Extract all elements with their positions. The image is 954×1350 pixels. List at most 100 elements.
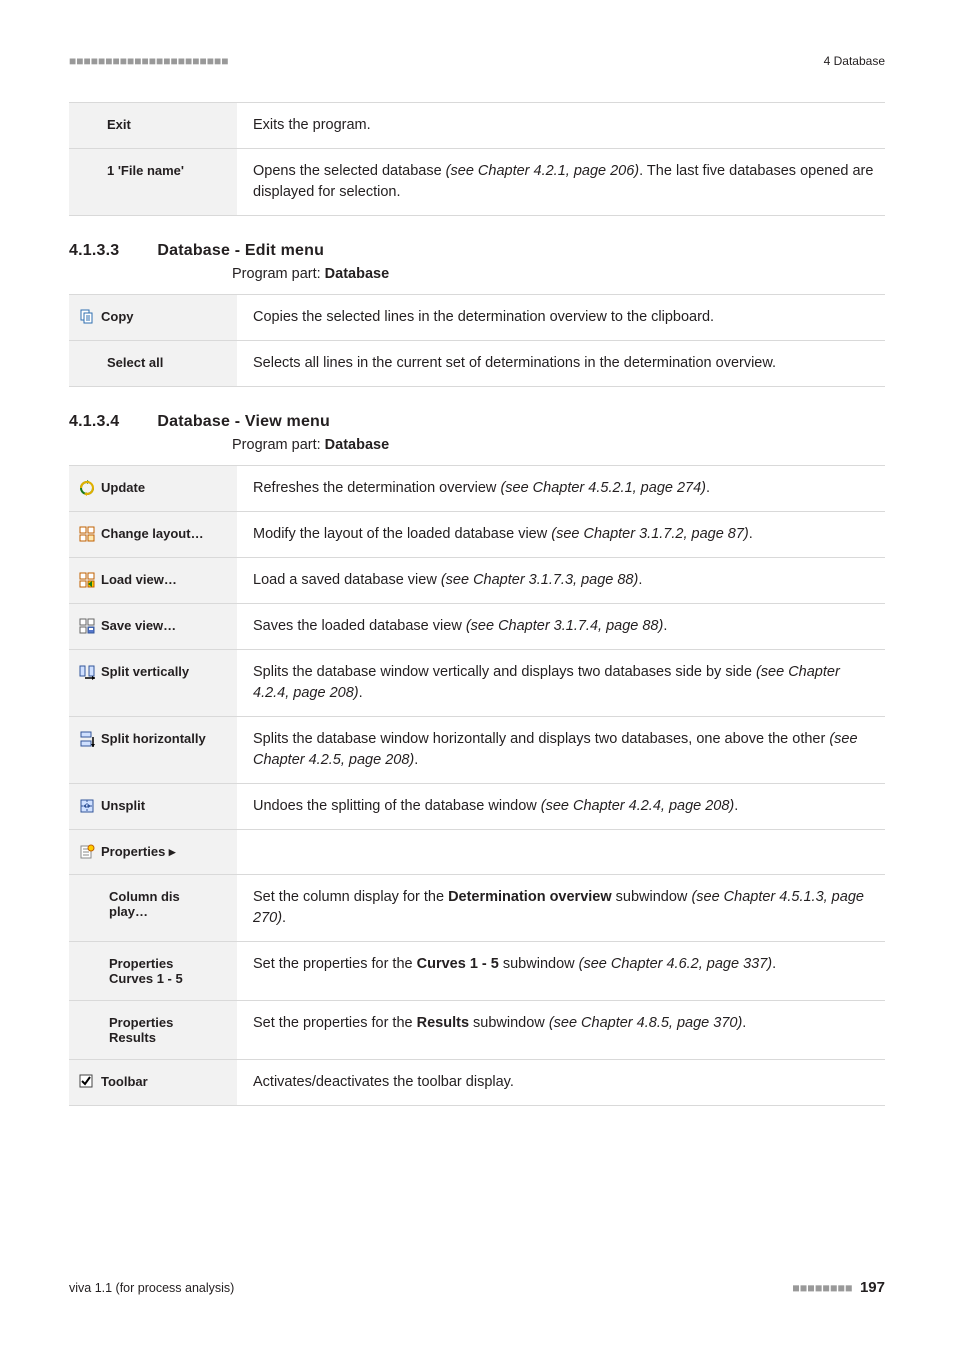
properties-icon [79,844,95,860]
submenu-label-column-display: Column dis­ play… [69,875,237,942]
menu-desc: Refreshes the determination overview (se… [237,466,885,512]
desc-text: . [282,910,286,926]
desc-text: . [749,526,753,542]
label-text: Save view… [101,618,176,633]
menu-desc: Set the properties for the Results subwi… [237,1001,885,1060]
desc-text: Splits the database window horizontally … [253,731,829,747]
label-text: Unsplit [101,798,145,813]
desc-text: . [638,572,642,588]
menu-desc [237,830,885,875]
footer-left: viva 1.1 (for process analysis) [69,1281,234,1295]
page-header: ■■■■■■■■■■■■■■■■■■■■■■ 4 Database [69,54,885,68]
menu-label-unsplit: Unsplit [69,784,237,830]
section-heading: 4.1.3.3 Database - Edit menu [69,242,885,260]
table-row: 1 'File name' Opens the selected databas… [69,149,885,216]
desc-text: . [414,752,418,768]
table-row: Properties ▸ [69,830,885,875]
label-text: Load view… [101,572,177,587]
menu-desc: Opens the selected database (see Chapter… [237,149,885,216]
menu-label-split-horizontally: Split horizontally [69,717,237,784]
desc-text: Splits the database window vertically an… [253,664,756,680]
progpart-name: Database [325,437,389,453]
table-row: Split vertically Splits the database win… [69,650,885,717]
label-text: Properties [109,956,173,971]
table-row: Split horizontally Splits the database w… [69,717,885,784]
desc-bold: Results [417,1015,469,1031]
desc-text: Saves the loaded database view [253,618,466,634]
desc-text: . [359,685,363,701]
menu-label-save-view: Save view… [69,604,237,650]
label-text: Column dis­ [109,889,180,904]
refresh-icon [79,480,95,496]
desc-ref: (see Chapter 3.1.7.4, page 88) [466,618,664,634]
desc-text: Set the properties for the [253,956,417,972]
edit-menu-table: Copy Copies the selected lines in the de… [69,294,885,387]
desc-text: . [772,956,776,972]
menu-label-copy: Copy [69,295,237,341]
desc-ref: (see Chapter 3.1.7.2, page 87) [551,526,749,542]
table-row: Unsplit Undoes the splitting of the data… [69,784,885,830]
menu-desc: Copies the selected lines in the determi… [237,295,885,341]
layout-icon [79,526,95,542]
label-text: Toolbar [101,1074,148,1089]
label-text: Change layout… [101,526,204,541]
menu-label-selectall: Select all [69,341,237,387]
desc-text: subwindow [469,1015,549,1031]
desc-ref: (see Chapter 4.6.2, page 337) [579,956,772,972]
desc-bold: Curves 1 - 5 [417,956,499,972]
menu-desc: Splits the database window horizontally … [237,717,885,784]
desc-text: Modify the layout of the loaded database… [253,526,551,542]
label-text: Split vertically [101,664,189,679]
split-vertical-icon [79,664,95,680]
desc-ref: (see Chapter 4.2.4, page 208) [541,798,734,814]
menu-desc: Selects all lines in the current set of … [237,341,885,387]
menu-desc: Splits the database window vertically an… [237,650,885,717]
menu-label-exit: Exit [69,103,237,149]
table-row: Update Refreshes the determination overv… [69,466,885,512]
menu-desc: Load a saved database view (see Chapter … [237,558,885,604]
section-title: Database - View menu [157,413,330,431]
footer-dashes: ■■■■■■■■ [792,1281,852,1295]
menu-desc: Undoes the splitting of the database win… [237,784,885,830]
menu-label-properties: Properties ▸ [69,830,237,875]
view-menu-table: Update Refreshes the determination overv… [69,465,885,1106]
label-text: Properties ▸ [101,844,175,860]
progpart-pre: Program part: [232,437,325,453]
menu-label-change-layout: Change layout… [69,512,237,558]
save-view-icon [79,618,95,634]
section-number: 4.1.3.4 [69,413,119,431]
split-horizontal-icon [79,731,95,747]
table-row: Properties Curves 1 - 5 Set the properti… [69,942,885,1001]
unsplit-icon [79,798,95,814]
label-text: Split horizontally [101,731,206,746]
desc-text: Undoes the splitting of the database win… [253,798,541,814]
desc-text: . [706,480,710,496]
desc-text: . [742,1015,746,1031]
desc-text: Refreshes the determination overview [253,480,500,496]
footer-right: ■■■■■■■■ 197 [792,1279,885,1296]
label-text: Curves 1 - 5 [109,971,183,986]
menu-label-filename: 1 'File name' [69,149,237,216]
desc-ref: (see Chapter 4.5.2.1, page 274) [500,480,706,496]
desc-text: Set the properties for the [253,1015,417,1031]
desc-text: . [663,618,667,634]
program-part: Program part: Database [232,437,885,453]
table-row: Column dis­ play… Set the column display… [69,875,885,942]
menu-desc: Set the column display for the Determina… [237,875,885,942]
desc-text: . [734,798,738,814]
table-row: Save view… Saves the loaded database vie… [69,604,885,650]
submenu-label-properties-curves: Properties Curves 1 - 5 [69,942,237,1001]
program-part: Program part: Database [232,266,885,282]
desc-text: Load a saved database view [253,572,441,588]
menu-desc: Set the properties for the Curves 1 - 5 … [237,942,885,1001]
label-text: Properties [109,1015,173,1030]
copy-icon [79,309,95,325]
menu-desc: Activates/deactivates the toolbar displa… [237,1060,885,1106]
load-view-icon [79,572,95,588]
menu-desc: Exits the program. [237,103,885,149]
desc-text: Exits the program. [253,117,371,133]
menu-desc: Modify the layout of the loaded database… [237,512,885,558]
label-text: Select all [107,355,163,370]
menu-desc: Saves the loaded database view (see Chap… [237,604,885,650]
desc-text: Activates/deactivates the toolbar displa… [253,1074,514,1090]
